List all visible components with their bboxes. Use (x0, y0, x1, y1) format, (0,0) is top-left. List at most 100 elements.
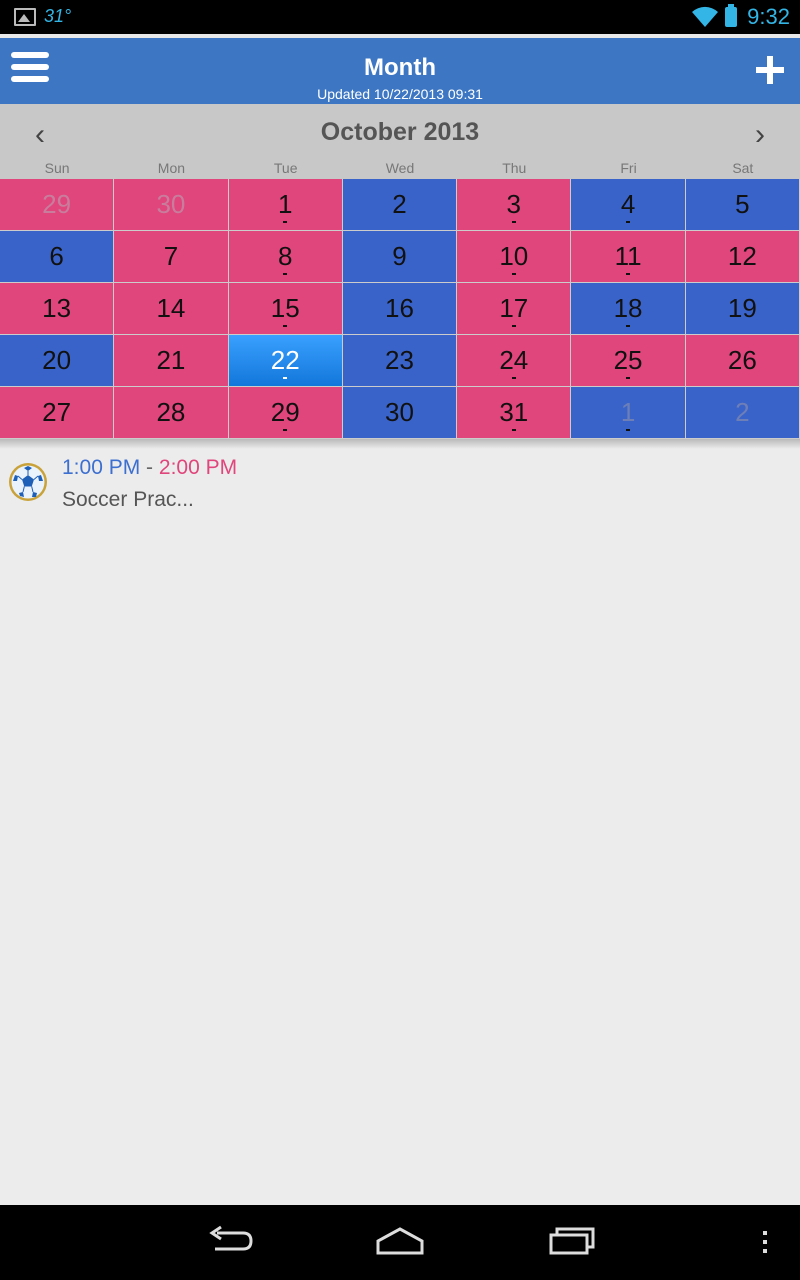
event-end-time: 2:00 PM (158, 456, 238, 479)
calendar-day[interactable]: 4 (571, 179, 686, 231)
next-month-button[interactable]: › (740, 118, 780, 152)
recent-apps-icon[interactable] (547, 1223, 597, 1259)
calendar-day[interactable]: 1 (228, 179, 343, 231)
calendar-day[interactable]: 13 (0, 283, 115, 335)
status-bar: 31° 9:32 (0, 0, 800, 34)
calendar-day[interactable]: 18 (571, 283, 686, 335)
battery-icon (725, 4, 738, 27)
calendar-day-outside-month[interactable]: 30 (114, 179, 229, 231)
day-number: 17 (499, 293, 529, 323)
event-indicator (283, 377, 288, 379)
calendar-day[interactable]: 5 (685, 179, 800, 231)
month-navigation: ‹ October 2013 › Sun Mon Tue Wed Thu Fri… (0, 104, 800, 179)
event-indicator (626, 429, 631, 431)
calendar-day-outside-month[interactable]: 2 (685, 387, 800, 439)
image-notification-icon (14, 7, 36, 26)
day-number: 2 (392, 189, 407, 219)
event-indicator (511, 273, 516, 275)
day-number: 13 (42, 293, 72, 323)
calendar-day[interactable]: 25 (571, 335, 686, 387)
event-time-separator: - (140, 456, 159, 479)
day-number: 8 (277, 241, 293, 271)
calendar-day[interactable]: 20 (0, 335, 115, 387)
day-number: 5 (735, 189, 750, 219)
calendar-day[interactable]: 21 (114, 335, 229, 387)
day-number: 24 (499, 345, 529, 375)
day-number: 10 (499, 241, 529, 271)
day-number: 20 (42, 345, 72, 375)
calendar-day[interactable]: 14 (114, 283, 229, 335)
event-start-time: 1:00 PM (62, 456, 141, 479)
calendar-day[interactable]: 3 (457, 179, 572, 231)
calendar-day[interactable]: 26 (685, 335, 800, 387)
weekday-sat: Sat (732, 160, 754, 176)
add-event-button[interactable] (756, 56, 784, 84)
day-number: 14 (156, 293, 186, 323)
day-number: 23 (385, 345, 414, 375)
calendar-day[interactable]: 29 (228, 387, 343, 439)
event-indicator (626, 377, 631, 379)
day-number: 25 (613, 345, 643, 375)
calendar-grid: 29 30 1 2 3 4 5 6 7 8 9 10 11 12 13 14 15 16 17 18 19 20 21 22 2… (0, 179, 800, 439)
calendar-day-outside-month[interactable]: 1 (571, 387, 686, 439)
calendar-day[interactable]: 19 (685, 283, 800, 335)
event-indicator (511, 377, 516, 379)
day-number: 28 (156, 397, 186, 427)
day-number: 7 (163, 241, 179, 271)
calendar-day[interactable]: 8 (228, 231, 343, 283)
calendar-day-selected[interactable]: 22 (228, 335, 343, 387)
calendar-day[interactable]: 9 (342, 231, 458, 283)
event-indicator (511, 325, 516, 327)
day-number: 16 (385, 293, 414, 323)
calendar-day[interactable]: 2 (342, 179, 458, 231)
weekday-wed: Wed (385, 160, 415, 176)
calendar-day[interactable]: 23 (342, 335, 458, 387)
day-number: 31 (499, 397, 529, 427)
day-number: 6 (49, 241, 64, 271)
day-number: 3 (506, 189, 522, 219)
back-icon[interactable] (205, 1223, 255, 1259)
event-indicator (626, 221, 631, 223)
calendar-day[interactable]: 12 (685, 231, 800, 283)
month-title: October 2013 (320, 118, 480, 146)
event-indicator (626, 325, 631, 327)
calendar-day[interactable]: 10 (457, 231, 572, 283)
calendar-shadow (0, 439, 800, 449)
calendar-day[interactable]: 7 (114, 231, 229, 283)
calendar-day[interactable]: 31 (457, 387, 572, 439)
calendar-day[interactable]: 24 (457, 335, 572, 387)
day-number: 26 (727, 345, 757, 375)
calendar-day[interactable]: 17 (457, 283, 572, 335)
calendar-day[interactable]: 28 (114, 387, 229, 439)
updated-timestamp: Updated 10/22/2013 09:31 (317, 86, 483, 102)
day-number: 1 (277, 189, 293, 219)
calendar-day[interactable]: 11 (571, 231, 686, 283)
calendar-day[interactable]: 15 (228, 283, 343, 335)
calendar-day[interactable]: 30 (342, 387, 458, 439)
event-time: 1:00 PM - 2:00 PM (62, 456, 237, 480)
calendar-day[interactable]: 27 (0, 387, 115, 439)
event-indicator (511, 429, 516, 431)
day-number: 15 (270, 293, 300, 323)
overflow-menu-icon[interactable] (758, 1223, 772, 1259)
status-temperature: 31° (44, 6, 72, 26)
page-title: Month (364, 54, 436, 81)
event-title: Soccer Prac... (62, 488, 194, 511)
calendar-day-outside-month[interactable]: 29 (0, 179, 115, 231)
event-item[interactable]: 1:00 PM - 2:00 PM Soccer Prac... (0, 452, 800, 522)
day-number: 11 (614, 241, 642, 271)
day-number: 29 (42, 189, 72, 219)
status-time: 9:32 (747, 4, 790, 29)
event-indicator (283, 273, 288, 275)
day-number: 30 (385, 397, 414, 427)
home-icon[interactable] (374, 1223, 426, 1259)
weekday-fri: Fri (620, 160, 637, 176)
event-indicator (626, 273, 631, 275)
calendar-day[interactable]: 6 (0, 231, 115, 283)
calendar-day[interactable]: 16 (342, 283, 458, 335)
weekday-header: Sun Mon Tue Wed Thu Fri Sat (0, 160, 800, 176)
event-indicator (283, 429, 288, 431)
event-indicator (283, 221, 288, 223)
event-indicator (511, 221, 516, 223)
wifi-icon (692, 6, 719, 27)
